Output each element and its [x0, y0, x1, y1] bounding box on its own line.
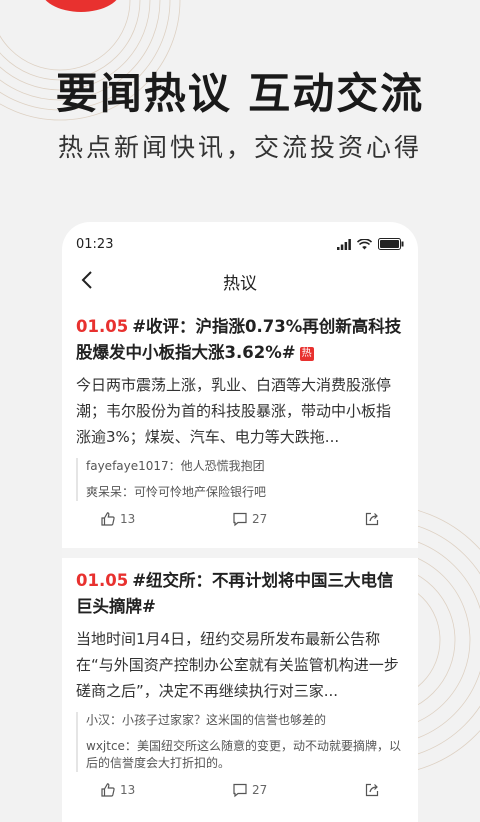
comment-count: 27	[252, 512, 268, 526]
nav-bar: 热议	[62, 262, 418, 300]
card-date: 01.05	[76, 317, 129, 336]
comment-text: 小孩子过家家？这米国的信誉也够差的	[122, 713, 327, 727]
battery-icon	[378, 238, 404, 250]
comment-button[interactable]: 27	[232, 511, 267, 527]
comment-button[interactable]: 27	[232, 782, 267, 798]
thumbs-up-icon	[100, 511, 116, 527]
status-time: 01:23	[76, 236, 114, 252]
like-count: 13	[120, 783, 136, 797]
comment-list: fayefaye1017：他人恐慌我抱团 爽呆呆：可怜可怜地产保险银行吧	[76, 458, 404, 501]
comment-item[interactable]: 爽呆呆：可怜可怜地产保险银行吧	[86, 484, 404, 501]
comment-user: 爽呆呆：	[86, 485, 135, 499]
comment-user: 小汉：	[86, 713, 123, 727]
card-actions: 13 27	[76, 782, 404, 798]
news-card[interactable]: 01.05 #纽交所：不再计划将中国三大电信巨头摘牌# 当地时间1月4日，纽约交易…	[62, 568, 418, 798]
comment-user: wxjtce：	[86, 739, 137, 753]
comment-item[interactable]: fayefaye1017：他人恐慌我抱团	[86, 458, 404, 475]
card-body: 今日两市震荡上涨，乳业、白酒等大消费股涨停潮；韦尔股份为首的科技股暴涨，带动中小…	[76, 376, 392, 446]
thumbs-up-icon	[100, 782, 116, 798]
card-date: 01.05	[76, 571, 129, 590]
decorative-red-circle	[40, 0, 122, 12]
wifi-icon	[357, 238, 372, 250]
comment-item[interactable]: wxjtce：美国纽交所这么随意的变更，动不动就要摘牌，以后的信誉度会大打折扣的…	[86, 738, 404, 772]
comment-list: 小汉：小孩子过家家？这米国的信誉也够差的 wxjtce：美国纽交所这么随意的变更…	[76, 712, 404, 772]
share-button[interactable]	[364, 511, 380, 527]
promo-headline: 要闻热议 互动交流	[55, 69, 425, 118]
signal-icon	[337, 238, 351, 250]
like-button[interactable]: 13	[100, 782, 135, 798]
comment-user: fayefaye1017：	[86, 459, 181, 473]
comment-icon	[232, 782, 248, 798]
status-bar: 01:23	[76, 234, 404, 254]
card-body: 当地时间1月4日，纽约交易所发布最新公告称在“与外国资产控制办公室就有关监管机构…	[76, 630, 399, 700]
card-separator	[62, 548, 418, 558]
comment-count: 27	[252, 783, 268, 797]
page-title: 热议	[223, 274, 257, 294]
comment-text: 他人恐慌我抱团	[180, 459, 265, 473]
share-button[interactable]	[364, 782, 380, 798]
share-icon	[364, 511, 380, 527]
card-title[interactable]: 01.05 #收评：沪指涨0.73%再创新高科技股爆发中小板指大涨3.62%# 热	[76, 314, 404, 366]
promo-subheadline: 热点新闻快讯，交流投资心得	[57, 133, 422, 162]
comment-text: 可怜可怜地产保险银行吧	[134, 485, 267, 499]
phone-mockup: 01:23 热议 01.05 #收评：沪指涨0.73%再创新高科技股爆发中小板指大…	[62, 222, 418, 822]
card-actions: 13 27	[76, 511, 404, 527]
like-button[interactable]: 13	[100, 511, 135, 527]
like-count: 13	[120, 512, 136, 526]
comment-item[interactable]: 小汉：小孩子过家家？这米国的信誉也够差的	[86, 712, 404, 729]
hot-badge: 热	[299, 347, 314, 361]
share-icon	[364, 782, 380, 798]
card-title[interactable]: 01.05 #纽交所：不再计划将中国三大电信巨头摘牌#	[76, 568, 404, 620]
comment-icon	[232, 511, 248, 527]
news-card[interactable]: 01.05 #收评：沪指涨0.73%再创新高科技股爆发中小板指大涨3.62%# 热 …	[62, 314, 418, 527]
